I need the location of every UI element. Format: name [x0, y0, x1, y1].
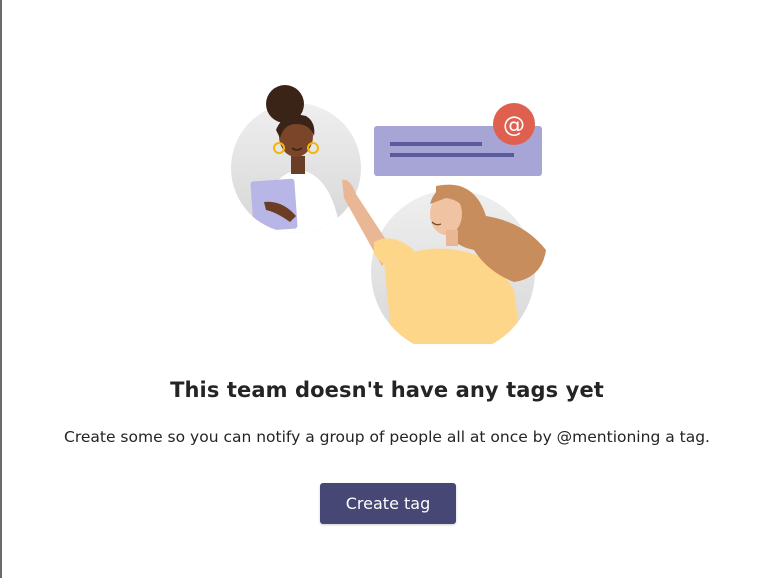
empty-state-description: Create some so you can notify a group of… [64, 428, 710, 446]
create-tag-button[interactable]: Create tag [320, 483, 456, 524]
team-mention-illustration: @ [224, 82, 554, 344]
illustration-svg: @ [231, 85, 546, 344]
at-mention-icon: @ [493, 103, 535, 145]
waving-woman-avatar [342, 179, 546, 344]
woman-with-tablet-avatar [231, 85, 361, 233]
tags-empty-state-page: @ This team doesn't have any tags yet Cr… [0, 0, 770, 578]
at-symbol: @ [503, 113, 525, 138]
empty-state-title: This team doesn't have any tags yet [170, 378, 604, 402]
